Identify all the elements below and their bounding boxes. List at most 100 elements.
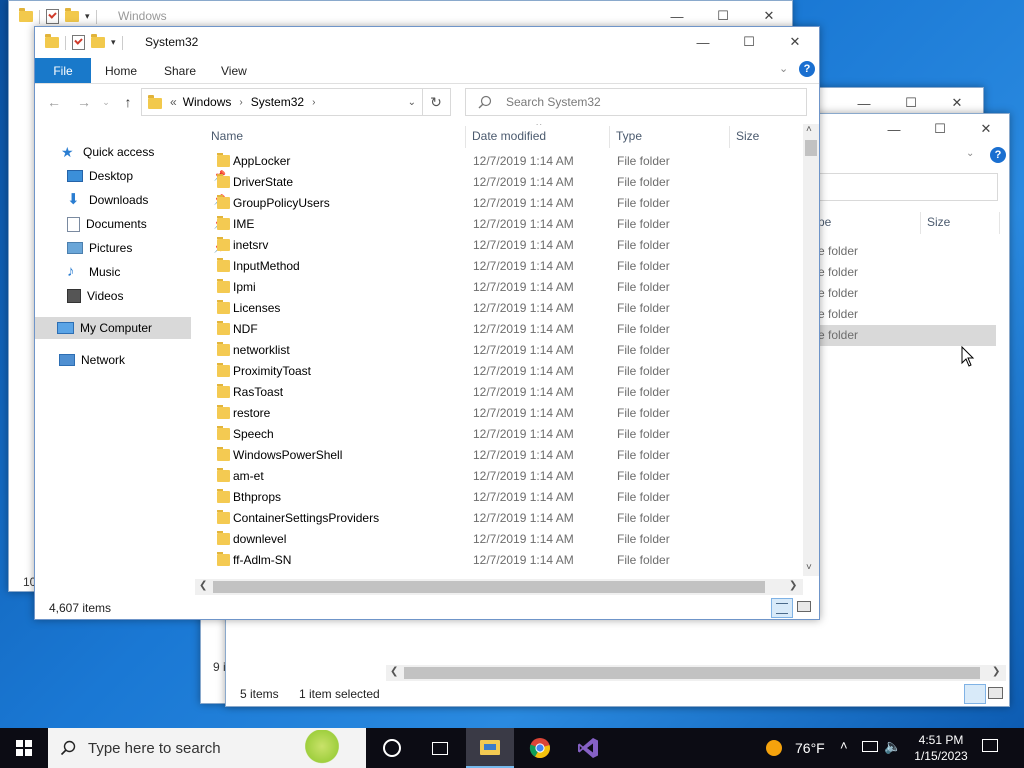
breadcrumb-system32[interactable]: System32 <box>251 95 304 109</box>
table-row[interactable]: ProximityToast 12/7/2019 1:14 AM File fold… <box>211 361 803 382</box>
breadcrumb-overflow[interactable]: « <box>170 95 177 109</box>
customize-qat-icon[interactable]: ▾ <box>85 11 90 22</box>
back-arrow-icon[interactable]: ← <box>43 84 65 120</box>
horizontal-scrollbar[interactable]: ❮ ❯ <box>195 579 803 595</box>
refresh-button[interactable]: ↻ <box>422 88 451 116</box>
chevron-down-icon[interactable]: ⌄ <box>408 97 416 108</box>
scroll-right-icon[interactable]: ❯ <box>789 580 797 591</box>
volume-icon[interactable]: 🔈 <box>884 738 901 755</box>
sidebar-item-pictures[interactable]: Pictures 📌 <box>67 237 226 259</box>
system-clock[interactable]: 4:51 PM 1/15/2023 <box>905 732 977 764</box>
up-arrow-icon[interactable]: ↑ <box>117 84 139 120</box>
sidebar-item-my-computer[interactable]: My Computer <box>35 317 191 339</box>
maximize-button[interactable]: ☐ <box>917 114 963 144</box>
horizontal-scrollbar[interactable]: ❮ ❯ <box>386 665 1006 681</box>
maximize-button[interactable]: ☐ <box>726 27 772 57</box>
explorer-window-system32[interactable]: ▾ System32 — ☐ ✕ File Home Share View ⌄ … <box>34 26 820 620</box>
sidebar-item-network[interactable]: Network <box>59 349 214 371</box>
help-icon[interactable]: ? <box>799 61 815 77</box>
search-input[interactable]: Search System32 <box>465 88 807 116</box>
properties-icon[interactable] <box>72 35 85 50</box>
scroll-up-icon[interactable]: ˄ <box>806 124 812 135</box>
table-row[interactable]: RasToast 12/7/2019 1:14 AM File folder <box>211 382 803 403</box>
table-row[interactable]: DriverState 12/7/2019 1:14 AM File folder <box>211 172 803 193</box>
table-row[interactable]: am-et 12/7/2019 1:14 AM File folder <box>211 466 803 487</box>
forward-arrow-icon[interactable]: → <box>73 84 95 120</box>
sidebar-item-documents[interactable]: Documents 📌 <box>67 213 226 235</box>
minimize-button[interactable]: — <box>871 114 917 144</box>
column-header-size[interactable]: Size <box>927 215 950 229</box>
list-item-type[interactable]: e folder <box>818 244 858 258</box>
sidebar-item-quick-access[interactable]: ★ Quick access <box>61 141 216 163</box>
help-icon[interactable]: ? <box>990 147 1006 163</box>
table-row[interactable]: Licenses 12/7/2019 1:14 AM File folder <box>211 298 803 319</box>
show-hidden-icons-chevron-up-icon[interactable]: ˄ <box>840 738 848 753</box>
notification-icon[interactable] <box>982 739 998 752</box>
column-header-name[interactable]: Name <box>211 124 243 148</box>
table-row[interactable]: ff-Adlm-SN 12/7/2019 1:14 AM File folder <box>211 550 803 571</box>
table-row[interactable]: downlevel 12/7/2019 1:14 AM File folder <box>211 529 803 550</box>
scroll-thumb[interactable] <box>213 581 765 593</box>
tab-file[interactable]: File <box>35 58 91 83</box>
minimize-button[interactable]: — <box>680 27 726 57</box>
list-item-type[interactable]: e folder <box>818 265 858 279</box>
scroll-left-icon[interactable]: ❮ <box>199 580 207 591</box>
details-view-button[interactable] <box>964 684 986 704</box>
scroll-down-icon[interactable]: ˅ <box>806 562 812 573</box>
table-row[interactable]: InputMethod 12/7/2019 1:14 AM File folder <box>211 256 803 277</box>
sidebar-item-desktop[interactable]: Desktop 📌 <box>67 165 226 187</box>
weather-temperature[interactable]: 76°F <box>795 740 825 756</box>
details-view-button[interactable] <box>771 598 793 618</box>
column-header-size[interactable]: Size <box>736 124 759 148</box>
network-status-icon[interactable] <box>862 741 878 752</box>
taskbar-chrome[interactable] <box>516 728 564 768</box>
tab-home[interactable]: Home <box>105 58 137 83</box>
chevron-right-icon[interactable]: › <box>312 97 315 108</box>
table-row[interactable]: NDF 12/7/2019 1:14 AM File folder <box>211 319 803 340</box>
sidebar-item-videos[interactable]: Videos <box>67 285 222 307</box>
taskbar-search-box[interactable]: Type here to search <box>48 728 366 768</box>
tab-view[interactable]: View <box>221 58 247 83</box>
expand-ribbon-icon[interactable]: ⌄ <box>779 62 788 75</box>
start-button[interactable] <box>0 728 48 768</box>
large-icons-view-button[interactable] <box>988 687 1003 699</box>
table-row[interactable]: networklist 12/7/2019 1:14 AM File folder <box>211 340 803 361</box>
table-row[interactable]: inetsrv 12/7/2019 1:14 AM File folder <box>211 235 803 256</box>
chevron-right-icon[interactable]: › <box>239 97 242 108</box>
new-folder-icon[interactable] <box>65 8 79 22</box>
table-row[interactable]: Bthprops 12/7/2019 1:14 AM File folder <box>211 487 803 508</box>
table-row[interactable]: IME 12/7/2019 1:14 AM File folder <box>211 214 803 235</box>
customize-qat-icon[interactable]: ▾ <box>111 37 116 48</box>
column-header-date-modified[interactable]: Date modified <box>472 124 546 148</box>
address-bar[interactable]: « Windows › System32 › ⌄ <box>141 88 423 116</box>
column-header-type[interactable]: Type <box>616 124 642 148</box>
tab-share[interactable]: Share <box>164 58 196 83</box>
table-row[interactable]: ContainerSettingsProviders 12/7/2019 1:14… <box>211 508 803 529</box>
properties-icon[interactable] <box>46 9 59 24</box>
column-header-type[interactable]: pe <box>818 215 831 229</box>
taskbar-file-explorer[interactable] <box>466 728 514 768</box>
list-item-type[interactable]: e folder <box>818 307 858 321</box>
cortana-button[interactable] <box>368 728 416 768</box>
taskbar-visual-studio[interactable] <box>564 728 612 768</box>
recent-locations-icon[interactable]: ⌄ <box>95 84 117 120</box>
sidebar-item-downloads[interactable]: ⬇ Downloads 📌 <box>67 189 226 211</box>
table-row[interactable]: AppLocker 12/7/2019 1:14 AM File folder <box>211 151 803 172</box>
table-row[interactable]: GroupPolicyUsers 12/7/2019 1:14 AM File fo… <box>211 193 803 214</box>
expand-ribbon-icon[interactable]: ⌄ <box>966 148 974 159</box>
vertical-scrollbar[interactable]: ˄ ˅ <box>803 124 819 576</box>
table-row[interactable]: Ipmi 12/7/2019 1:14 AM File folder <box>211 277 803 298</box>
list-item-type[interactable]: e folder <box>818 286 858 300</box>
list-item-type-selected[interactable]: e folder <box>818 328 858 342</box>
scroll-thumb[interactable] <box>805 140 817 156</box>
table-row[interactable]: WindowsPowerShell 12/7/2019 1:14 AM File f… <box>211 445 803 466</box>
table-row[interactable]: Speech 12/7/2019 1:14 AM File folder <box>211 424 803 445</box>
sidebar-item-music[interactable]: ♪ Music <box>67 261 222 283</box>
close-button[interactable]: ✕ <box>963 114 1009 144</box>
breadcrumb-windows[interactable]: Windows <box>183 95 232 109</box>
large-icons-view-button[interactable] <box>797 601 811 612</box>
sun-icon[interactable] <box>766 740 782 756</box>
new-folder-icon[interactable] <box>91 34 105 48</box>
close-button[interactable]: ✕ <box>772 27 818 57</box>
task-view-button[interactable] <box>416 728 464 768</box>
